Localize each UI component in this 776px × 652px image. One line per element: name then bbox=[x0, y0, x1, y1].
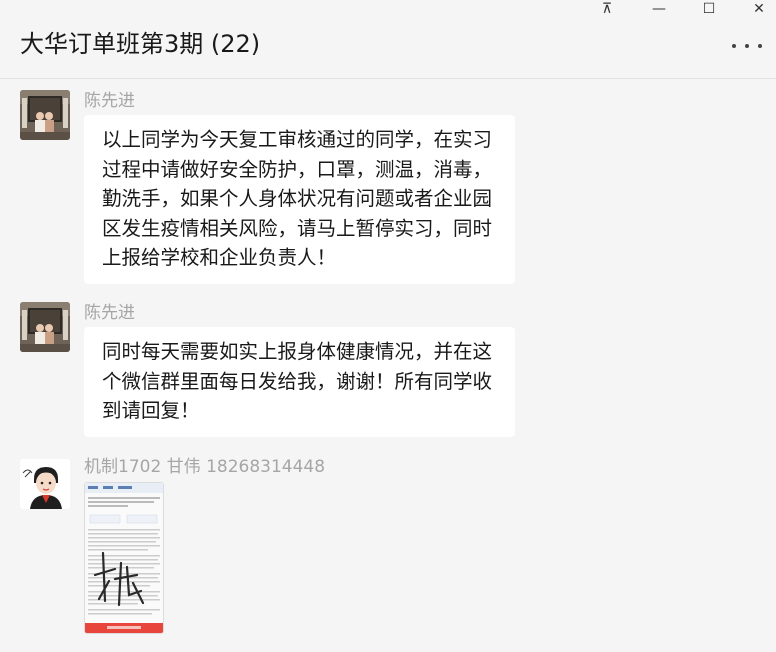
chat-header: 大华订单班第3期 (22) ⊼ — ☐ ✕ bbox=[0, 0, 776, 79]
sender-name: 陈先进 bbox=[84, 91, 135, 111]
minimize-button[interactable]: — bbox=[644, 0, 674, 18]
pin-icon[interactable]: ⊼ bbox=[592, 0, 622, 18]
avatar[interactable] bbox=[20, 90, 70, 140]
maximize-button[interactable]: ☐ bbox=[694, 0, 724, 18]
chat-title: 大华订单班第3期 (22) bbox=[20, 30, 261, 58]
close-button[interactable]: ✕ bbox=[744, 0, 774, 18]
sender-name: 机制1702 甘伟 18268314448 bbox=[84, 457, 326, 477]
image-message[interactable] bbox=[84, 482, 164, 634]
avatar[interactable] bbox=[20, 459, 70, 509]
message-bubble[interactable]: 同时每天需要如实上报身体健康情况，并在这个微信群里面每日发给我，谢谢！所有同学收… bbox=[84, 327, 515, 437]
avatar[interactable] bbox=[20, 302, 70, 352]
more-options-icon[interactable] bbox=[732, 38, 762, 54]
message-bubble[interactable]: 以上同学为今天复工审核通过的同学，在实习过程中请做好安全防护，口罩，测温，消毒，… bbox=[84, 115, 515, 284]
sender-name: 陈先进 bbox=[84, 303, 135, 323]
